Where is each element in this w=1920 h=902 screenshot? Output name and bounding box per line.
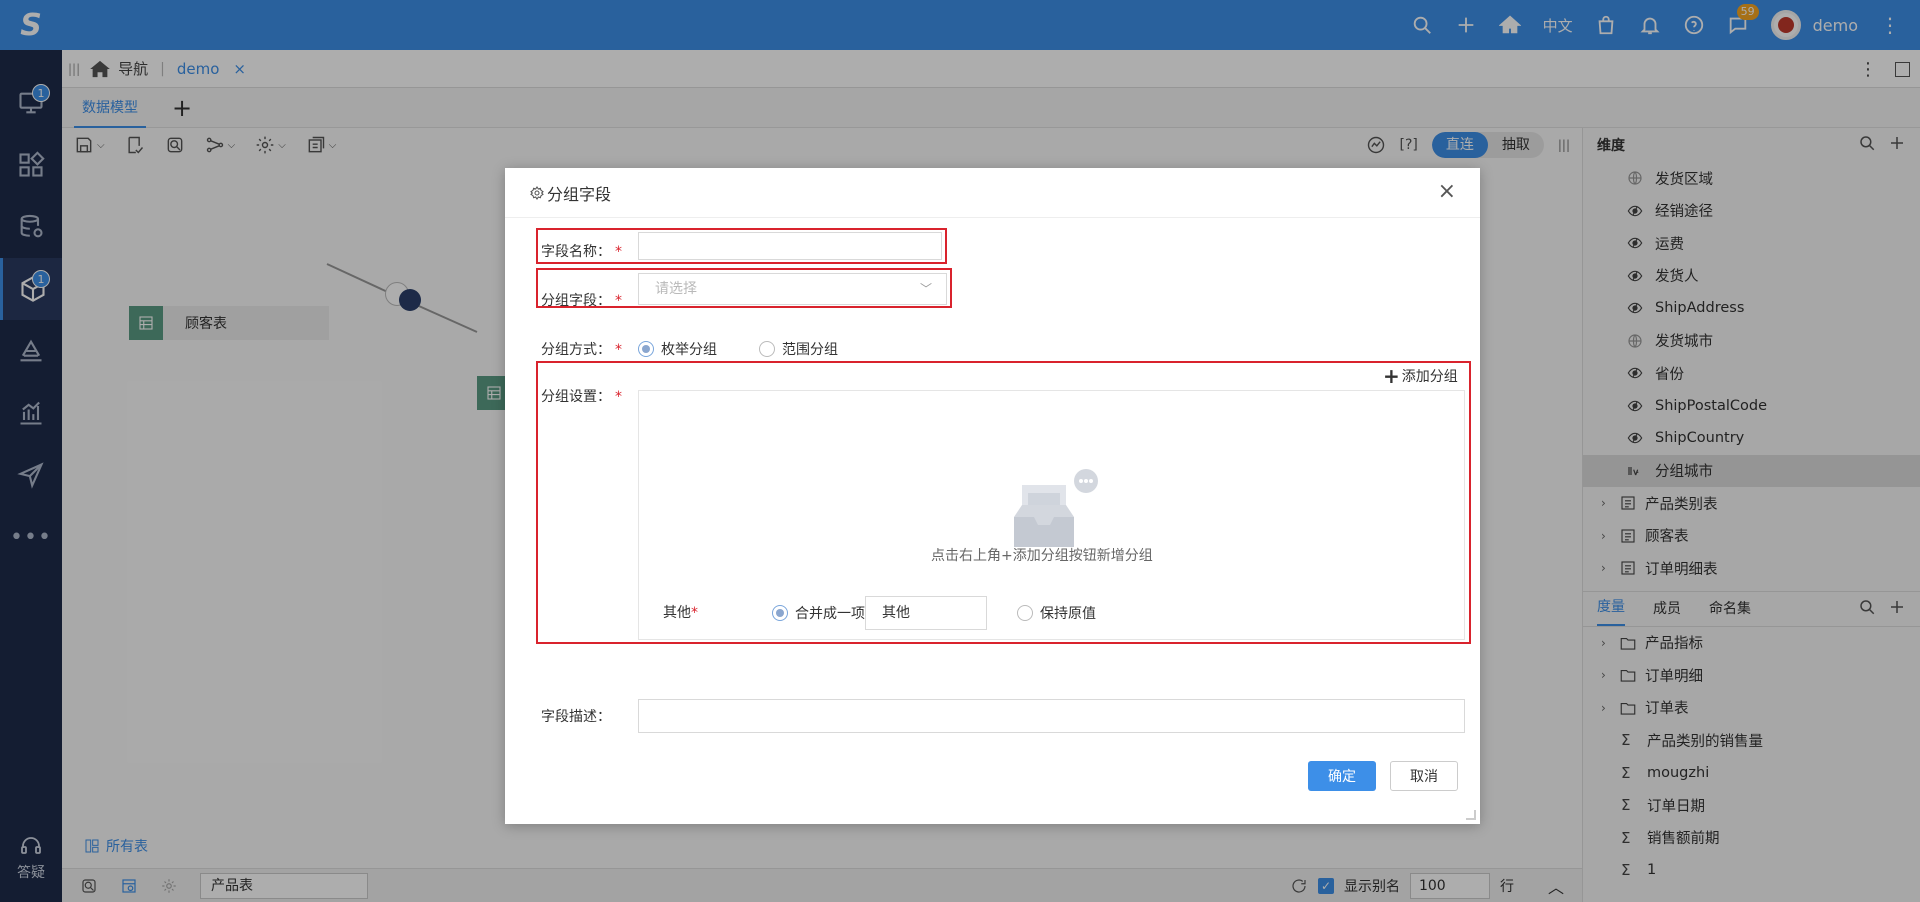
group-mode-label: 分组方式： * [541, 342, 622, 358]
mode-range-radio[interactable]: 范围分组 [759, 339, 838, 359]
dialog-header: 分组字段 × [505, 168, 1480, 218]
field-desc-input[interactable] [638, 699, 1465, 733]
plus-icon: + [1383, 364, 1400, 388]
chevron-down-icon: ﹀ [919, 282, 932, 296]
other-label: 其他* [663, 605, 698, 621]
add-group-button[interactable]: + 添加分组 [1383, 366, 1458, 386]
field-name-input[interactable] [638, 232, 942, 260]
gear-icon [530, 185, 544, 200]
resize-handle[interactable] [1466, 810, 1476, 820]
other-value-input[interactable]: 其他 [865, 596, 987, 630]
close-icon[interactable]: × [1438, 181, 1456, 203]
empty-hint: 点击右上角+添加分组按钮新增分组 [931, 548, 1153, 564]
cancel-button[interactable]: 取消 [1390, 761, 1458, 791]
group-list-area: 点击右上角+添加分组按钮新增分组 其他* 合并成一项 其他 保持原值 [638, 390, 1465, 640]
merge-option-radio[interactable]: 合并成一项 [772, 603, 865, 623]
mode-enum-radio[interactable]: 枚举分组 [638, 339, 717, 359]
field-desc-label: 字段描述： [541, 709, 611, 725]
group-field-dialog: 分组字段 × 字段名称： * 分组字段： * 请选择 ﹀ 分组方式： * 枚举分组 范… [505, 168, 1480, 824]
empty-inbox-icon [1014, 469, 1098, 547]
field-name-label: 字段名称： * [541, 244, 622, 260]
group-field-label: 分组字段： * [541, 293, 622, 309]
group-settings-label: 分组设置： * [541, 389, 622, 405]
group-field-placeholder: 请选择 [655, 281, 697, 297]
group-field-select[interactable]: 请选择 ﹀ [638, 273, 947, 305]
confirm-button[interactable]: 确定 [1308, 761, 1376, 791]
dialog-title: 分组字段 [547, 184, 612, 204]
keep-original-radio[interactable]: 保持原值 [1017, 603, 1096, 623]
